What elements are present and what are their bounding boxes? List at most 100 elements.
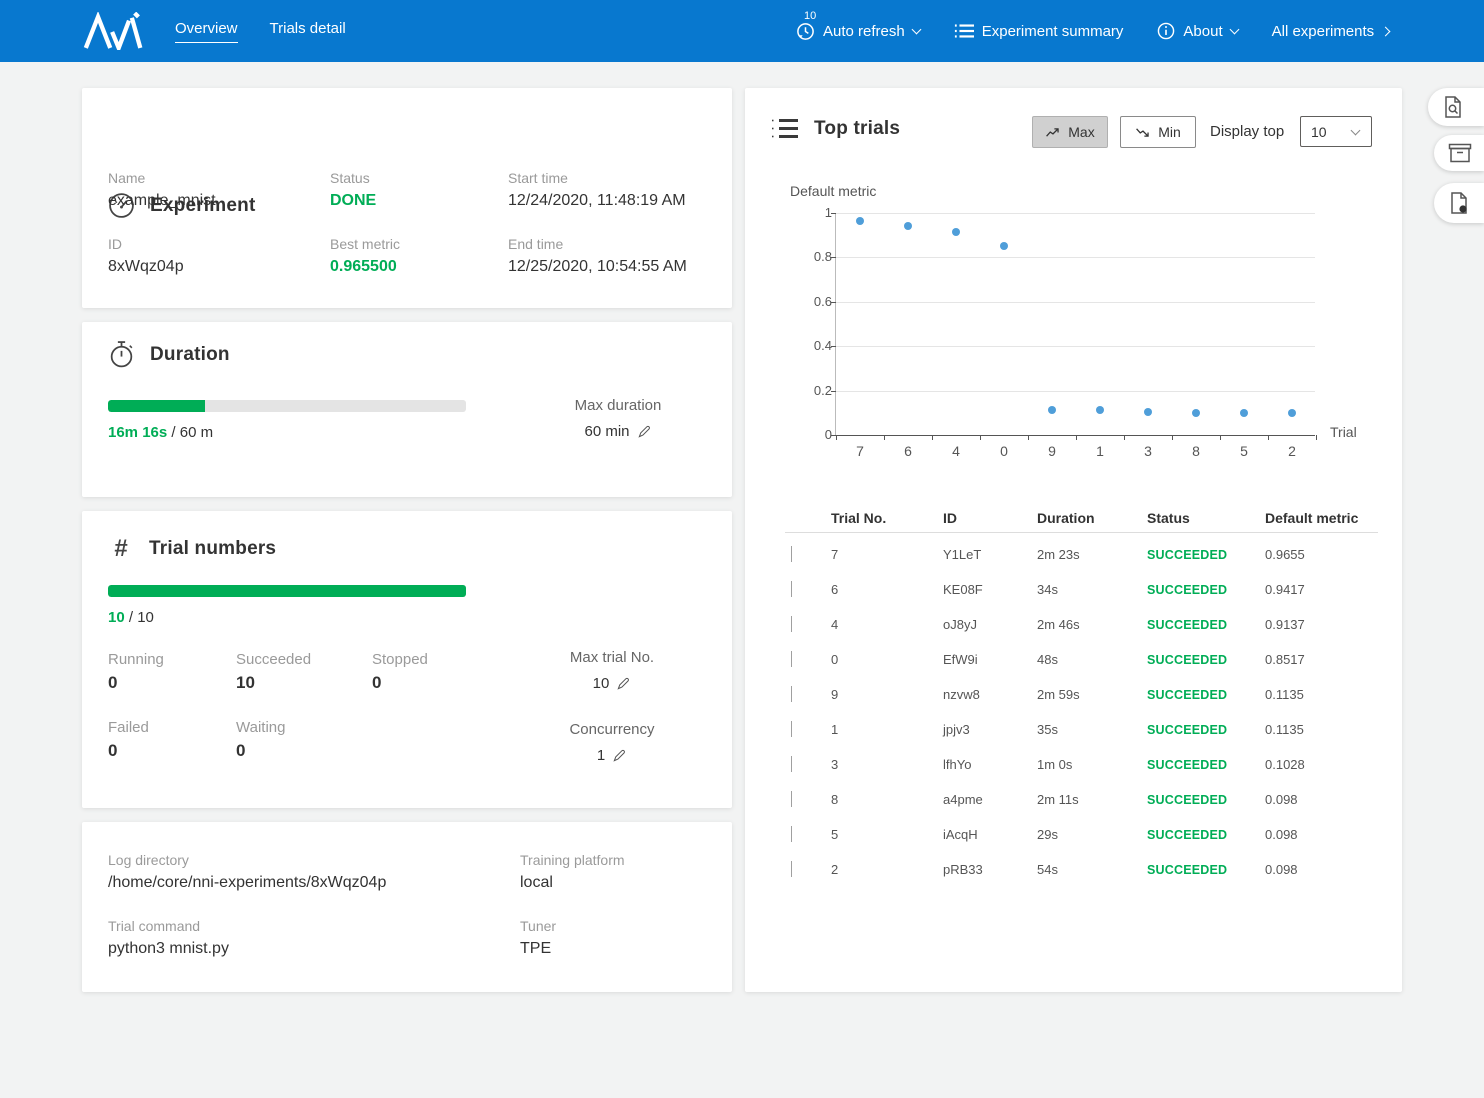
- data-point-trial-7[interactable]: [856, 217, 864, 225]
- document-search-icon: [1442, 95, 1464, 119]
- data-point-trial-1[interactable]: [1096, 406, 1104, 414]
- data-point-trial-3[interactable]: [1144, 408, 1152, 416]
- max-duration-label: Max duration: [528, 397, 708, 414]
- edit-pencil-icon[interactable]: [612, 748, 627, 763]
- experiment-summary-button[interactable]: Experiment summary: [954, 22, 1124, 40]
- column-header[interactable]: Trial No.: [831, 510, 943, 526]
- all-experiments-link[interactable]: All experiments: [1272, 23, 1390, 40]
- x-tick-label: 9: [1028, 443, 1076, 459]
- max-button[interactable]: Max: [1032, 116, 1108, 148]
- hash-icon: #: [108, 535, 134, 563]
- cell-metric: 0.1135: [1265, 687, 1378, 702]
- archive-box-icon: [1448, 142, 1472, 164]
- default-metric-chart: 00.20.40.60.817640913852: [835, 213, 1315, 435]
- gridline: [836, 302, 1315, 303]
- cell-duration: 1m 0s: [1037, 757, 1147, 772]
- y-tick-mark: [831, 302, 836, 303]
- cell-status: SUCCEEDED: [1147, 583, 1265, 597]
- expand-row-icon[interactable]: [791, 721, 792, 737]
- auto-refresh-label: Auto refresh: [823, 23, 905, 40]
- cell-id: pRB33: [943, 862, 1037, 877]
- expand-row-icon[interactable]: [791, 686, 792, 702]
- data-point-trial-4[interactable]: [952, 228, 960, 236]
- about-label: About: [1183, 23, 1222, 40]
- chart-y-axis-title: Default metric: [790, 183, 876, 199]
- field-label: Start time: [508, 170, 708, 186]
- cell-id: lfhYo: [943, 757, 1037, 772]
- auto-refresh-menu[interactable]: 10 Auto refresh: [796, 22, 920, 41]
- tab-overview[interactable]: Overview: [175, 20, 238, 43]
- x-tick-mark: [1316, 435, 1317, 440]
- x-tick-mark: [1268, 435, 1269, 440]
- expand-row-icon[interactable]: [791, 756, 792, 772]
- cell-duration: 48s: [1037, 652, 1147, 667]
- expand-row-icon[interactable]: [791, 826, 792, 842]
- trial-stat-waiting: Waiting0: [236, 719, 372, 761]
- table-row: 3lfhYo1m 0sSUCCEEDED0.1028: [785, 747, 1378, 782]
- field-label: Best metric: [330, 236, 508, 252]
- x-tick-label: 2: [1268, 443, 1316, 459]
- log-files-button[interactable]: [1434, 183, 1484, 223]
- y-tick-label: 0.8: [792, 249, 832, 264]
- cell-duration: 2m 23s: [1037, 547, 1147, 562]
- data-point-trial-9[interactable]: [1048, 406, 1056, 414]
- cell-no: 2: [831, 862, 943, 877]
- tab-trials-detail[interactable]: Trials detail: [270, 20, 346, 43]
- expand-row-icon[interactable]: [791, 616, 792, 632]
- expand-row-icon[interactable]: [791, 651, 792, 667]
- table-row: 9nzvw82m 59sSUCCEEDED0.1135: [785, 677, 1378, 712]
- log-fields: Log directory/home/core/nni-experiments/…: [108, 852, 708, 958]
- cell-id: iAcqH: [943, 827, 1037, 842]
- cell-duration: 2m 59s: [1037, 687, 1147, 702]
- y-tick-label: 0.2: [792, 383, 832, 398]
- column-header[interactable]: ID: [943, 510, 1037, 526]
- trials-progress-bar: [108, 585, 466, 597]
- data-point-trial-8[interactable]: [1192, 409, 1200, 417]
- expand-row-icon[interactable]: [791, 861, 792, 877]
- data-point-trial-2[interactable]: [1288, 409, 1296, 417]
- min-button[interactable]: Min: [1120, 116, 1196, 148]
- stat-value: 0: [372, 673, 508, 693]
- chevron-right-icon: [1381, 26, 1391, 36]
- edit-pencil-icon[interactable]: [616, 676, 631, 691]
- cell-no: 9: [831, 687, 943, 702]
- experiment-field: End time12/25/2020, 10:54:55 AM: [508, 236, 708, 276]
- data-point-trial-0[interactable]: [1000, 242, 1008, 250]
- edit-pencil-icon[interactable]: [637, 424, 652, 439]
- field-value: 12/24/2020, 11:48:19 AM: [508, 192, 708, 210]
- cell-status: SUCCEEDED: [1147, 863, 1265, 877]
- data-point-trial-5[interactable]: [1240, 409, 1248, 417]
- experiment-field: Start time 12/24/2020, 11:48:19 AM: [508, 170, 708, 210]
- expand-row-icon[interactable]: [791, 546, 792, 562]
- expand-row-icon[interactable]: [791, 581, 792, 597]
- field-label: Tuner: [520, 918, 708, 934]
- y-tick-mark: [831, 257, 836, 258]
- expand-row-icon[interactable]: [791, 791, 792, 807]
- column-header[interactable]: Status: [1147, 510, 1265, 526]
- chevron-down-icon: [1229, 24, 1239, 34]
- trial-numbers-card-title: Trial numbers: [149, 538, 276, 560]
- top-trials-card: Top trials Max Min Display top 10 Defaul…: [745, 88, 1402, 992]
- stat-label: Succeeded: [236, 651, 372, 668]
- duration-card: Duration 16m 16s / 60 m Max duration 60 …: [82, 322, 732, 497]
- gridline: [836, 213, 1315, 214]
- cell-no: 5: [831, 827, 943, 842]
- data-point-trial-6[interactable]: [904, 222, 912, 230]
- display-top-dropdown[interactable]: 10: [1300, 116, 1372, 147]
- search-space-button[interactable]: [1428, 88, 1484, 126]
- about-menu[interactable]: About: [1157, 22, 1237, 40]
- display-top-label: Display top: [1210, 123, 1284, 140]
- x-tick-label: 5: [1220, 443, 1268, 459]
- field-label: Name: [108, 170, 330, 186]
- field-value: python3 mnist.py: [108, 940, 520, 958]
- column-header[interactable]: Default metric: [1265, 510, 1378, 526]
- x-tick-label: 8: [1172, 443, 1220, 459]
- list-icon: [771, 116, 799, 141]
- cell-status: SUCCEEDED: [1147, 793, 1265, 807]
- table-row: 8a4pme2m 11sSUCCEEDED0.098: [785, 782, 1378, 817]
- nav-tabs: Overview Trials detail: [175, 20, 346, 43]
- cell-status: SUCCEEDED: [1147, 723, 1265, 737]
- config-archive-button[interactable]: [1434, 135, 1484, 171]
- cell-no: 8: [831, 792, 943, 807]
- column-header[interactable]: Duration: [1037, 510, 1147, 526]
